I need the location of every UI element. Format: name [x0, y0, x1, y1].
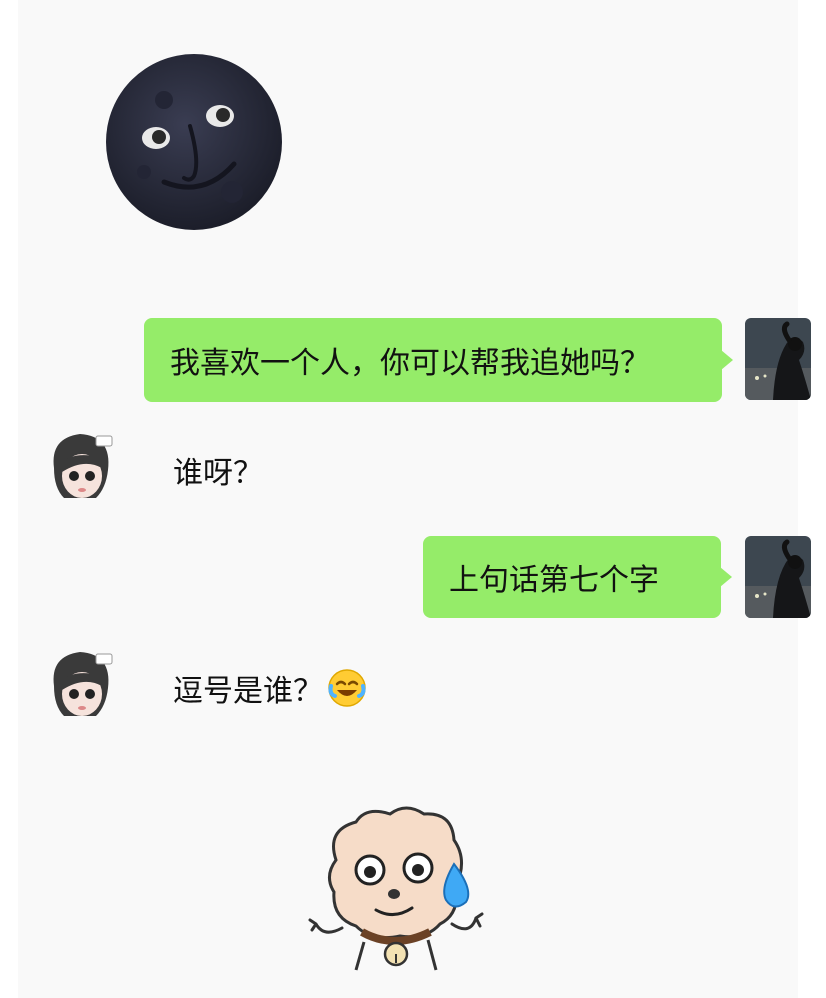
friend-avatar[interactable]	[44, 646, 118, 724]
message-incoming[interactable]: 谁呀？	[173, 446, 263, 494]
message-bubble-outgoing[interactable]: 上句话第七个字	[423, 536, 721, 618]
message-text: 谁呀？	[173, 456, 263, 491]
my-avatar[interactable]	[745, 536, 811, 618]
friend-avatar[interactable]	[44, 428, 118, 506]
message-text: 逗号是谁？	[173, 674, 323, 709]
laughing-crying-icon	[328, 669, 366, 707]
sweating-sheep-icon[interactable]	[306, 800, 486, 976]
my-avatar[interactable]	[745, 318, 811, 400]
message-bubble-outgoing[interactable]: 我喜欢一个人，你可以帮我追她吗？	[144, 318, 722, 402]
moon-face-icon[interactable]	[104, 52, 284, 232]
message-text: 我喜欢一个人，你可以帮我追她吗？	[170, 346, 650, 381]
message-incoming[interactable]: 逗号是谁？	[173, 664, 367, 712]
message-text: 上句话第七个字	[449, 563, 659, 598]
chat-thread: 我喜欢一个人，你可以帮我追她吗？ 谁呀？ 上句话第七个字 逗号是谁？	[18, 0, 811, 998]
